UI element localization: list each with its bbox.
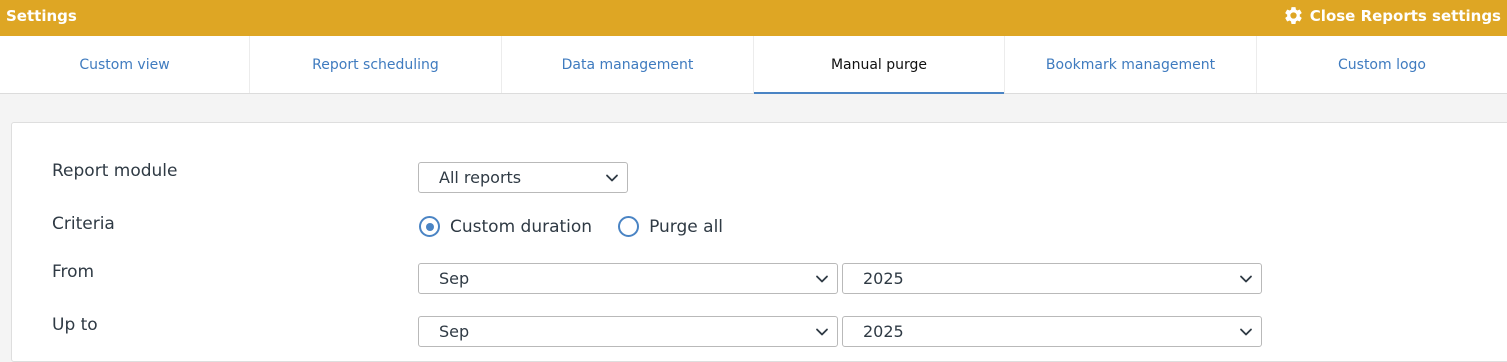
settings-header: Settings Close Reports settings: [0, 0, 1507, 36]
chevron-down-icon: [606, 174, 618, 182]
report-module-label: Report module: [52, 161, 178, 181]
tab-manual-purge[interactable]: Manual purge: [754, 36, 1005, 94]
up-to-year-value: 2025: [863, 322, 904, 341]
settings-tabs: Custom view Report scheduling Data manag…: [0, 36, 1507, 94]
up-to-year-select[interactable]: 2025: [842, 316, 1262, 347]
chevron-down-icon: [1240, 328, 1252, 336]
gear-icon: [1283, 5, 1304, 26]
from-label: From: [52, 262, 95, 282]
chevron-down-icon: [816, 328, 828, 336]
tab-data-management[interactable]: Data management: [502, 36, 754, 93]
radio-unchecked-icon: [618, 216, 640, 237]
up-to-month-value: Sep: [439, 322, 470, 341]
from-year-select[interactable]: 2025: [842, 263, 1262, 294]
from-year-value: 2025: [863, 269, 904, 288]
close-reports-settings-label: Close Reports settings: [1309, 6, 1501, 25]
chevron-down-icon: [816, 275, 828, 283]
custom-duration-label: Custom duration: [450, 216, 593, 237]
tab-bookmark-management[interactable]: Bookmark management: [1005, 36, 1257, 93]
tab-report-scheduling[interactable]: Report scheduling: [250, 36, 502, 93]
criteria-label: Criteria: [52, 214, 115, 234]
from-month-value: Sep: [439, 269, 470, 288]
report-module-select[interactable]: All reports: [418, 162, 628, 193]
chevron-down-icon: [1240, 275, 1252, 283]
up-to-label: Up to: [52, 315, 98, 335]
criteria-radio-group: Custom duration Purge all: [419, 216, 723, 237]
page-title: Settings: [6, 7, 77, 25]
report-module-value: All reports: [439, 168, 522, 187]
radio-checked-icon: [419, 216, 440, 237]
purge-all-label: Purge all: [649, 216, 724, 237]
custom-duration-radio[interactable]: Custom duration: [419, 216, 592, 237]
from-month-select[interactable]: Sep: [418, 263, 838, 294]
tab-custom-view[interactable]: Custom view: [0, 36, 250, 93]
manual-purge-panel: Report module All reports Criteria Custo…: [11, 122, 1507, 362]
purge-all-radio[interactable]: Purge all: [618, 216, 723, 237]
close-reports-settings-button[interactable]: Close Reports settings: [1283, 5, 1501, 26]
tab-custom-logo[interactable]: Custom logo: [1257, 36, 1507, 93]
up-to-month-select[interactable]: Sep: [418, 316, 838, 347]
